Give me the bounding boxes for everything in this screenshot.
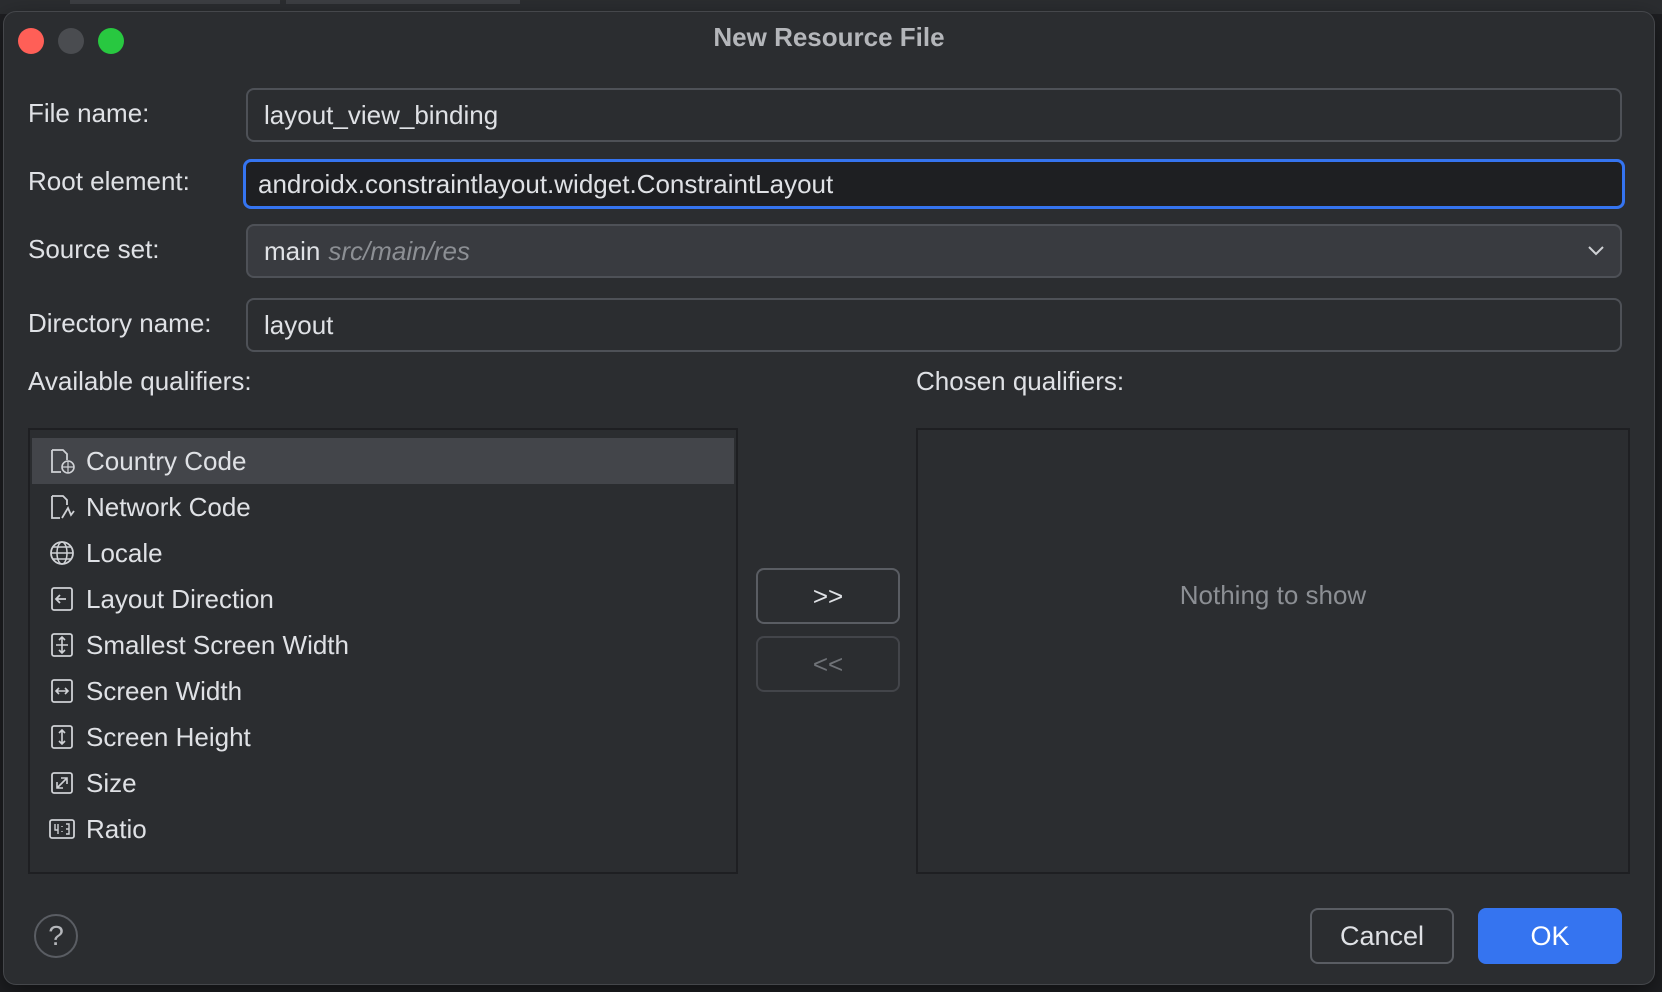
chosen-qualifiers-list[interactable]: Nothing to show — [916, 428, 1630, 874]
qualifier-label: Locale — [86, 538, 163, 568]
qualifier-item-screen-width[interactable]: Screen Width — [32, 668, 734, 714]
source-set-label: Source set: — [28, 234, 160, 264]
help-button[interactable]: ? — [34, 914, 78, 958]
country-code-icon — [51, 449, 75, 474]
chosen-qualifiers-label: Chosen qualifiers: — [916, 366, 1125, 396]
qualifier-label: Layout Direction — [86, 584, 274, 614]
globe-icon — [50, 541, 74, 565]
qualifier-item-smallest-screen-width[interactable]: Smallest Screen Width — [32, 622, 734, 668]
qualifier-item-size[interactable]: Size — [32, 760, 734, 806]
ok-button[interactable]: OK — [1478, 908, 1622, 964]
directory-name-field[interactable]: layout — [246, 298, 1622, 352]
qualifier-label: Screen Width — [86, 676, 243, 706]
add-qualifier-button[interactable]: >> — [756, 568, 900, 624]
file-name-field[interactable]: layout_view_binding — [246, 88, 1622, 142]
file-name-label: File name: — [28, 98, 150, 128]
qualifier-item-ratio[interactable]: Ratio — [32, 806, 734, 852]
qualifier-item-country-code[interactable]: Country Code — [32, 438, 734, 484]
root-element-label: Root element: — [28, 166, 190, 196]
qualifier-item-locale[interactable]: Locale — [32, 530, 734, 576]
qualifier-label: Screen Height — [86, 722, 251, 752]
background-tab — [286, 0, 520, 4]
smallest-width-icon — [51, 633, 73, 657]
qualifier-label: Network Code — [86, 492, 251, 522]
network-code-icon — [51, 495, 75, 519]
empty-list-text: Nothing to show — [1179, 580, 1367, 610]
new-resource-file-dialog: New Resource File File name: layout_view… — [4, 12, 1654, 984]
qualifier-label: Smallest Screen Width — [86, 630, 349, 660]
available-qualifiers-list[interactable]: Country Code Network Code Locale Layout … — [28, 428, 738, 874]
qualifier-item-layout-direction[interactable]: Layout Direction — [32, 576, 734, 622]
remove-qualifier-button[interactable]: << — [756, 636, 900, 692]
qualifier-item-network-code[interactable]: Network Code — [32, 484, 734, 530]
qualifier-label: Ratio — [86, 814, 147, 844]
chevron-down-icon — [1588, 246, 1604, 256]
layout-direction-icon — [51, 587, 73, 611]
source-set-dropdown[interactable]: main src/main/res — [246, 224, 1622, 278]
directory-name-label: Directory name: — [28, 308, 212, 338]
qualifier-item-screen-height[interactable]: Screen Height — [32, 714, 734, 760]
screen-height-icon — [51, 725, 73, 749]
qualifier-label: Country Code — [86, 446, 247, 476]
root-element-field[interactable]: androidx.constraintlayout.widget.Constra… — [243, 159, 1625, 209]
screen-width-icon — [51, 679, 73, 703]
qualifier-label: Size — [86, 768, 137, 798]
dialog-title: New Resource File — [713, 22, 945, 52]
size-icon — [51, 772, 73, 794]
background-tab — [70, 0, 280, 4]
available-qualifiers-label: Available qualifiers: — [28, 366, 252, 396]
cancel-button[interactable]: Cancel — [1310, 908, 1454, 964]
ratio-icon — [49, 819, 75, 839]
source-set-value: main — [264, 236, 321, 266]
source-set-path-hint: src/main/res — [328, 236, 470, 266]
